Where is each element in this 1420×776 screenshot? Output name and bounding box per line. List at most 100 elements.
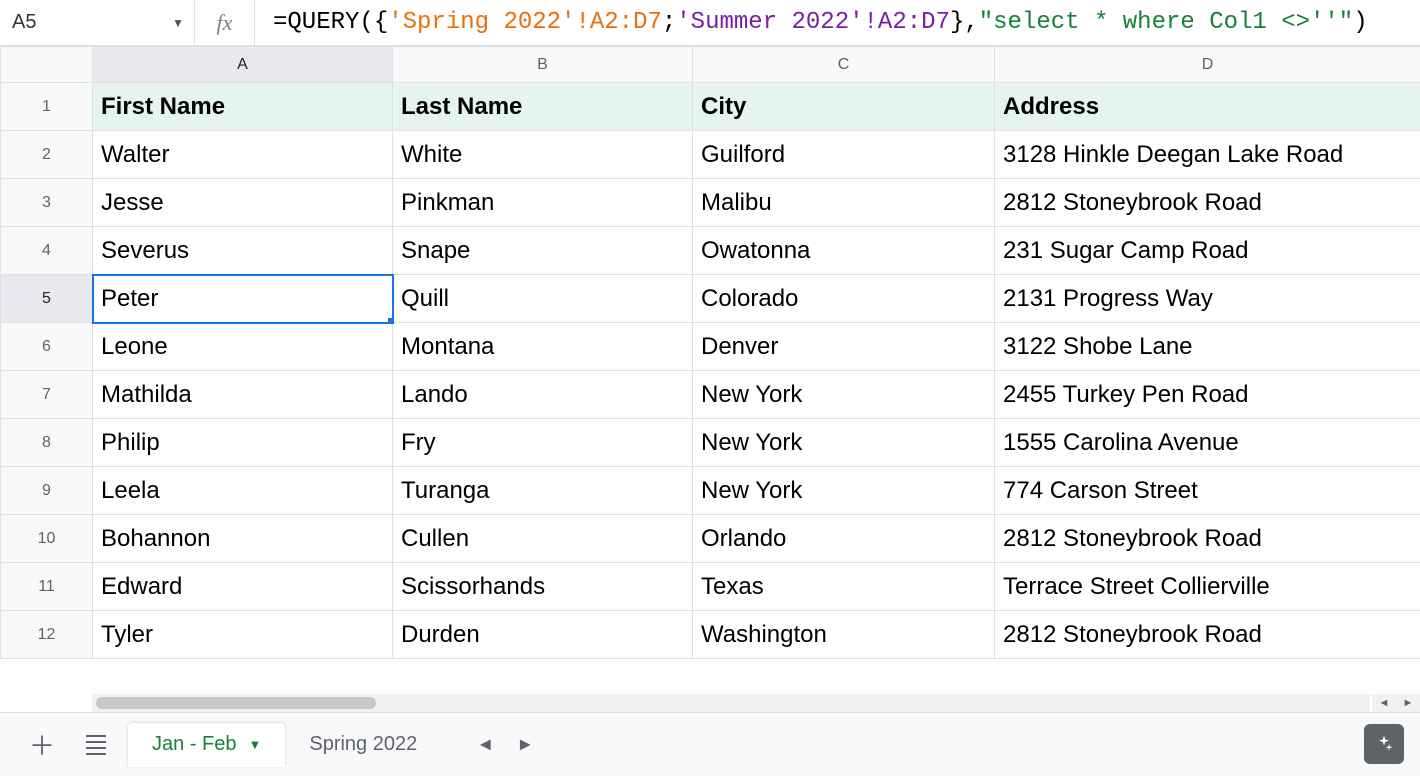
formula-range1: 'Spring 2022'!A2:D7 [388, 9, 662, 36]
all-sheets-button[interactable] [74, 723, 118, 767]
cell[interactable]: Montana [393, 323, 693, 371]
table-row: 10 Bohannon Cullen Orlando 2812 Stoneybr… [1, 515, 1420, 563]
sheet-tab[interactable]: Spring 2022 [285, 723, 441, 767]
row-header[interactable]: 4 [1, 227, 93, 275]
cell[interactable]: Orlando [693, 515, 995, 563]
cell[interactable]: 2812 Stoneybrook Road [995, 611, 1420, 659]
cell[interactable]: New York [693, 419, 995, 467]
sheet-tab-label: Spring 2022 [309, 733, 417, 756]
cell[interactable]: Owatonna [693, 227, 995, 275]
row-header[interactable]: 7 [1, 371, 93, 419]
cell[interactable]: 1555 Carolina Avenue [995, 419, 1420, 467]
menu-icon [86, 731, 106, 759]
tab-prev-icon[interactable]: ◄ [465, 734, 505, 755]
chevron-down-icon[interactable]: ▼ [248, 737, 261, 752]
cell[interactable]: Tyler [93, 611, 393, 659]
row-header[interactable]: 11 [1, 563, 93, 611]
cell[interactable]: Jesse [93, 179, 393, 227]
row-header[interactable]: 12 [1, 611, 93, 659]
cell[interactable]: 2812 Stoneybrook Road [995, 515, 1420, 563]
cell[interactable]: 2131 Progress Way [995, 275, 1420, 323]
add-sheet-button[interactable]: ＋ [20, 723, 64, 767]
cell[interactable]: Cullen [393, 515, 693, 563]
cell[interactable]: 3128 Hinkle Deegan Lake Road [995, 131, 1420, 179]
cell[interactable]: Terrace Street Collierville [995, 563, 1420, 611]
cell[interactable]: Mathilda [93, 371, 393, 419]
selected-cell[interactable]: Peter [93, 275, 393, 323]
cell[interactable]: 2455 Turkey Pen Road [995, 371, 1420, 419]
cell[interactable]: Leela [93, 467, 393, 515]
name-box[interactable]: A5 ▼ [0, 0, 195, 46]
column-header-row: A B C D [1, 47, 1420, 83]
scroll-left-icon[interactable]: ◄ [1379, 697, 1390, 709]
spreadsheet-grid: A B C D 1 First Name Last Name City Addr… [0, 46, 1420, 712]
formula-range2: 'Summer 2022'!A2:D7 [676, 9, 950, 36]
table-row: 8 Philip Fry New York 1555 Carolina Aven… [1, 419, 1420, 467]
row-header[interactable]: 3 [1, 179, 93, 227]
cell[interactable]: Durden [393, 611, 693, 659]
scrollbar-thumb[interactable] [96, 697, 376, 709]
cell[interactable]: Fry [393, 419, 693, 467]
cell[interactable]: Severus [93, 227, 393, 275]
sheet-tab-label: Jan - Feb [152, 733, 236, 756]
row-header[interactable]: 10 [1, 515, 93, 563]
cell[interactable]: 231 Sugar Camp Road [995, 227, 1420, 275]
cell[interactable]: Leone [93, 323, 393, 371]
cell[interactable]: Malibu [693, 179, 995, 227]
formula-suffix: ) [1353, 9, 1367, 36]
row-header[interactable]: 6 [1, 323, 93, 371]
cell[interactable]: Washington [693, 611, 995, 659]
cell[interactable]: Philip [93, 419, 393, 467]
tab-navigation: ◄ ► [465, 734, 545, 755]
cell[interactable]: New York [693, 467, 995, 515]
cell[interactable]: 2812 Stoneybrook Road [995, 179, 1420, 227]
cell[interactable]: Edward [93, 563, 393, 611]
tab-next-icon[interactable]: ► [505, 734, 545, 755]
cell[interactable]: Guilford [693, 131, 995, 179]
cell[interactable]: First Name [93, 83, 393, 131]
cell[interactable]: Pinkman [393, 179, 693, 227]
table-row: 2 Walter White Guilford 3128 Hinkle Deeg… [1, 131, 1420, 179]
cell[interactable]: Bohannon [93, 515, 393, 563]
cell[interactable]: Colorado [693, 275, 995, 323]
row-header[interactable]: 8 [1, 419, 93, 467]
scroll-right-icon[interactable]: ► [1403, 697, 1414, 709]
formula-clause: "select * where Col1 <>''" [979, 9, 1353, 36]
chevron-down-icon[interactable]: ▼ [172, 16, 184, 30]
cell[interactable]: Snape [393, 227, 693, 275]
column-header-d[interactable]: D [995, 47, 1420, 83]
table-row: 3 Jesse Pinkman Malibu 2812 Stoneybrook … [1, 179, 1420, 227]
column-header-b[interactable]: B [393, 47, 693, 83]
cell[interactable]: Lando [393, 371, 693, 419]
cell[interactable]: Last Name [393, 83, 693, 131]
cell[interactable]: Texas [693, 563, 995, 611]
table-row: 7 Mathilda Lando New York 2455 Turkey Pe… [1, 371, 1420, 419]
horizontal-scrollbar[interactable] [92, 694, 1370, 712]
cell-reference: A5 [12, 11, 36, 34]
cell[interactable]: 774 Carson Street [995, 467, 1420, 515]
cell[interactable]: Quill [393, 275, 693, 323]
select-all-corner[interactable] [1, 47, 93, 83]
sheet-tab-active[interactable]: Jan - Feb ▼ [128, 723, 285, 767]
row-header[interactable]: 5 [1, 275, 93, 323]
row-header[interactable]: 1 [1, 83, 93, 131]
formula-input[interactable]: =QUERY({'Spring 2022'!A2:D7;'Summer 2022… [255, 9, 1420, 36]
fill-handle[interactable] [388, 318, 393, 323]
cell[interactable]: Scissorhands [393, 563, 693, 611]
cell[interactable]: 3122 Shobe Lane [995, 323, 1420, 371]
cell[interactable]: Turanga [393, 467, 693, 515]
cell[interactable]: White [393, 131, 693, 179]
cell[interactable]: New York [693, 371, 995, 419]
column-header-c[interactable]: C [693, 47, 995, 83]
cell[interactable]: Denver [693, 323, 995, 371]
scroll-nav: ◄ ► [1372, 694, 1420, 712]
row-header[interactable]: 9 [1, 467, 93, 515]
cell[interactable]: City [693, 83, 995, 131]
sheet-table: A B C D 1 First Name Last Name City Addr… [0, 46, 1420, 659]
cell[interactable]: Walter [93, 131, 393, 179]
cell[interactable]: Address [995, 83, 1420, 131]
row-header[interactable]: 2 [1, 131, 93, 179]
column-header-a[interactable]: A [93, 47, 393, 83]
explore-button[interactable] [1364, 724, 1404, 764]
table-row: 4 Severus Snape Owatonna 231 Sugar Camp … [1, 227, 1420, 275]
